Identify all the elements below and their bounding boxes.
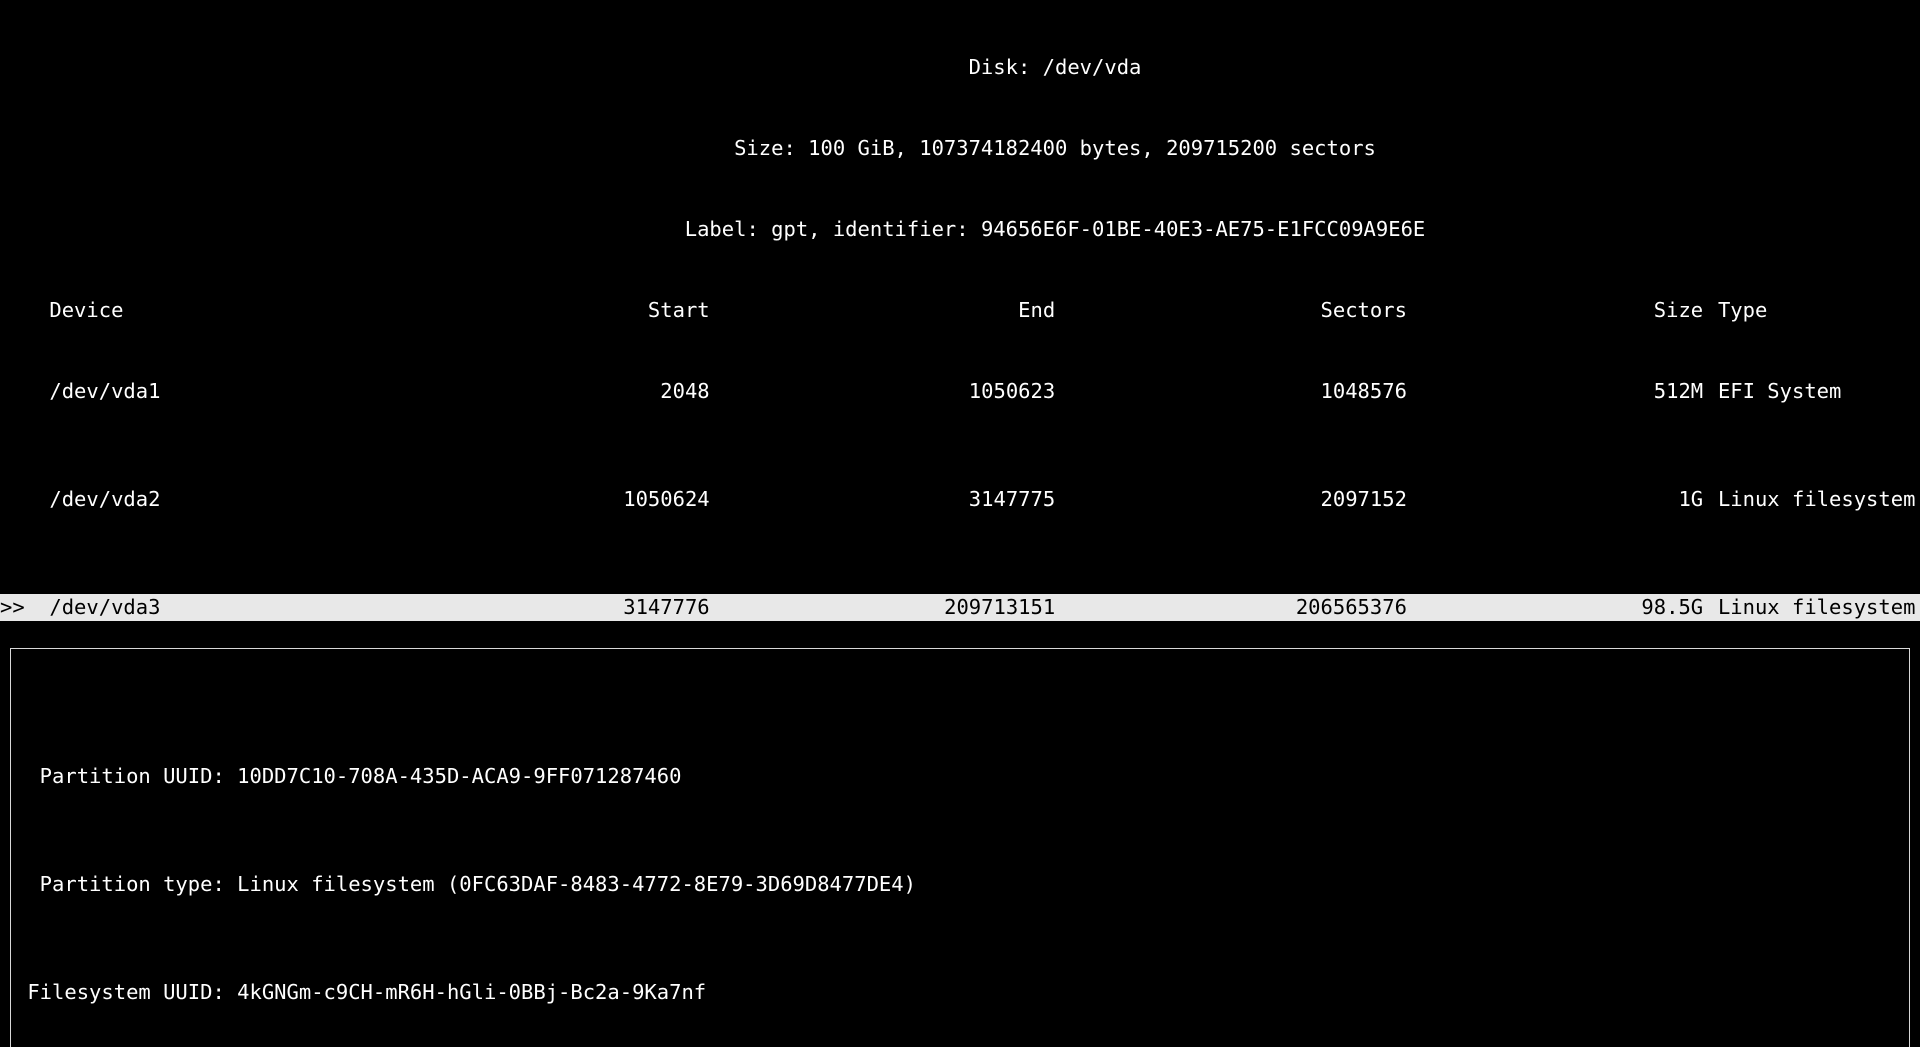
disk-size-line: Size: 100 GiB, 107374182400 bytes, 20971… xyxy=(734,136,1376,160)
cell-end: 209713151 xyxy=(944,595,1056,619)
partition-table-body: /dev/vda1 2048 1050623 1048576 512M EFI … xyxy=(0,324,1920,648)
cell-size: 98.5G xyxy=(1641,595,1704,619)
info-label: Partition UUID: xyxy=(39,764,225,788)
cell-sectors: 1048576 xyxy=(1320,379,1407,403)
cell-end: 1050623 xyxy=(968,379,1056,403)
partition-info-box: Partition UUID: 10DD7C10-708A-435D-ACA9-… xyxy=(10,648,1910,1047)
disk-label-line: Label: gpt, identifier: 94656E6F-01BE-40… xyxy=(684,217,1426,241)
info-label: Partition type: xyxy=(39,872,225,896)
cell-device: /dev/vda2 xyxy=(49,487,161,511)
cell-device: /dev/vda3 xyxy=(49,595,161,619)
cell-start: 1050624 xyxy=(623,487,710,511)
cell-sectors: 206565376 xyxy=(1295,595,1407,619)
row-selection-marker xyxy=(0,486,49,513)
marker-column xyxy=(0,297,49,324)
info-label: Filesystem UUID: xyxy=(27,980,225,1004)
info-line: Partition type: Linux filesystem (0FC63D… xyxy=(15,871,1905,898)
cell-size: 512M xyxy=(1653,379,1704,403)
col-type: Type xyxy=(1717,298,1768,322)
partition-row-vda2[interactable]: /dev/vda2 1050624 3147775 2097152 1G Lin… xyxy=(0,486,1920,513)
cell-start: 3147776 xyxy=(623,595,710,619)
col-end: End xyxy=(1018,298,1056,322)
cell-type: Linux filesystem xyxy=(1717,595,1916,619)
cell-type: EFI System xyxy=(1717,379,1842,403)
disk-header: Disk: /dev/vda Size: 100 GiB, 1073741824… xyxy=(95,0,1920,297)
cell-type: Linux filesystem xyxy=(1717,487,1916,511)
partition-row-vda3[interactable]: >> /dev/vda3 3147776 209713151 206565376… xyxy=(0,594,1920,621)
col-sectors: Sectors xyxy=(1320,298,1407,322)
cfdisk-terminal: Disk: /dev/vda Size: 100 GiB, 1073741824… xyxy=(0,0,1920,1047)
info-line: Partition UUID: 10DD7C10-708A-435D-ACA9-… xyxy=(15,763,1905,790)
row-selection-marker: >> xyxy=(0,595,25,619)
partition-row-vda1[interactable]: /dev/vda1 2048 1050623 1048576 512M EFI … xyxy=(0,378,1920,405)
col-size: Size xyxy=(1653,298,1704,322)
disk-title: Disk: /dev/vda xyxy=(968,55,1142,79)
col-start: Start xyxy=(647,298,710,322)
cell-start: 2048 xyxy=(660,379,710,403)
info-value: Linux filesystem (0FC63DAF-8483-4772-8E7… xyxy=(237,872,916,896)
cell-device: /dev/vda1 xyxy=(49,379,161,403)
info-value: 4kGNGm-c9CH-mR6H-hGli-0BBj-Bc2a-9Ka7nf xyxy=(237,980,707,1004)
cell-size: 1G xyxy=(1678,487,1704,511)
cell-end: 3147775 xyxy=(968,487,1056,511)
partition-table-header: Device Start End Sectors Size Type xyxy=(0,297,1920,324)
info-line: Filesystem UUID: 4kGNGm-c9CH-mR6H-hGli-0… xyxy=(15,979,1905,1006)
col-device: Device xyxy=(49,298,124,322)
info-value: 10DD7C10-708A-435D-ACA9-9FF071287460 xyxy=(237,764,682,788)
row-selection-marker xyxy=(0,378,49,405)
cell-sectors: 2097152 xyxy=(1320,487,1407,511)
